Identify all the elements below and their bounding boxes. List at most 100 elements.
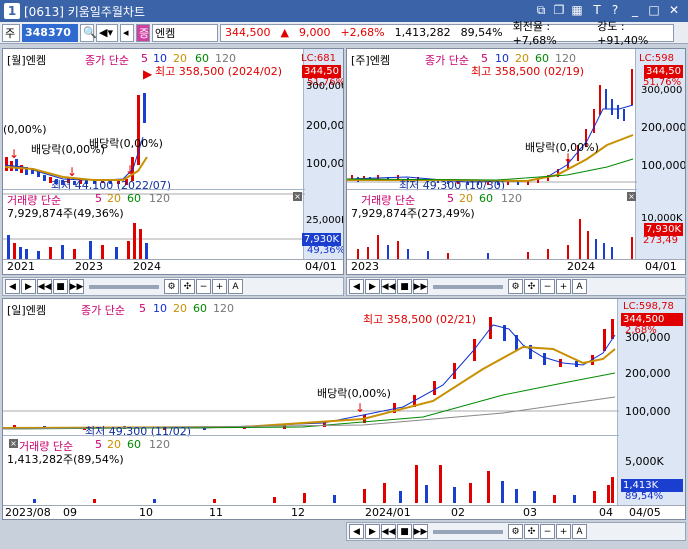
weekly-chart-panel: [주]엔켐 종가 단순 5 10 20 60 120 최고 358,500 (0… <box>346 48 686 275</box>
speaker-icon[interactable]: ◀▾ <box>96 23 118 42</box>
prev-stock-icon[interactable]: ◂ <box>120 23 134 42</box>
stop-icon[interactable]: ■ <box>397 524 412 539</box>
help-icon[interactable]: ? <box>607 3 623 18</box>
crosshair-icon[interactable]: ✣ <box>524 279 539 294</box>
weekly-vol-ma-120: 120 <box>501 192 522 205</box>
monthly-y3: 100,000 <box>306 157 344 170</box>
close-icon[interactable]: ✕ <box>666 3 682 18</box>
daily-vol-ma-120: 120 <box>149 438 170 451</box>
maximize-icon[interactable]: □ <box>646 3 662 18</box>
daily-date: 09 <box>63 506 77 519</box>
daily-date: 11 <box>209 506 223 519</box>
monthly-div1: (0,00%) <box>3 123 47 136</box>
daily-ma-10: 10 <box>153 302 167 315</box>
scroll-first-icon[interactable]: ◀ <box>5 279 20 294</box>
monthly-volume-bars <box>7 223 148 259</box>
daily-vol-ma-60: 60 <box>127 438 141 451</box>
plus-icon[interactable]: + <box>212 279 227 294</box>
font-icon[interactable]: T <box>589 3 605 18</box>
monthly-date-right: 04/01 <box>305 260 337 273</box>
auto-button[interactable]: A <box>228 279 243 294</box>
change-rate: +2,68% <box>340 26 385 39</box>
weekly-div: 배당락(0,00%) <box>525 141 599 154</box>
scroll-back-icon[interactable]: ▶ <box>365 279 380 294</box>
search-icon[interactable]: 🔍 <box>80 23 97 42</box>
scroll-first-icon[interactable]: ◀ <box>349 279 364 294</box>
rewind-icon[interactable]: ◀◀ <box>381 524 396 539</box>
minus-icon[interactable]: − <box>540 279 555 294</box>
daily-vol-ma-5: 5 <box>95 438 102 451</box>
daily-ma-60: 60 <box>193 302 207 315</box>
daily-div: 배당락(0,00%) <box>317 387 391 400</box>
settings-icon[interactable]: ⚙ <box>164 279 179 294</box>
zoom-slider[interactable] <box>89 284 159 289</box>
scroll-first-icon[interactable]: ◀ <box>349 524 364 539</box>
daily-date: 2023/08 <box>5 506 51 519</box>
daily-date: 02 <box>451 506 465 519</box>
stock-name: 엔켐 <box>152 23 218 42</box>
weekly-vol-pct: 273,49 <box>643 235 678 246</box>
minus-icon[interactable]: − <box>196 279 211 294</box>
weekly-date-right: 04/01 <box>645 260 677 273</box>
minimize-icon[interactable]: _ <box>627 3 643 18</box>
weekly-high-label: 최고 358,500 (02/19) <box>471 65 585 78</box>
daily-low-label: 최저 49,300 (11/02) <box>85 425 192 438</box>
scroll-back-icon[interactable]: ▶ <box>365 524 380 539</box>
rank-icon[interactable]: ▦ <box>569 3 585 18</box>
zoom-slider[interactable] <box>433 529 503 534</box>
stop-icon[interactable]: ■ <box>53 279 68 294</box>
price-change: 9,000 <box>298 26 331 39</box>
stock-code-input[interactable]: 348370 <box>22 23 78 42</box>
div-arrow-icon: ↓ <box>563 151 574 165</box>
auto-button[interactable]: A <box>572 279 587 294</box>
volume-ratio: 89,54% <box>460 26 503 39</box>
auto-button[interactable]: A <box>572 524 587 539</box>
weekly-volume-bars <box>357 219 633 259</box>
stop-icon[interactable]: ■ <box>397 279 412 294</box>
copy-icon[interactable]: ❐ <box>551 3 567 18</box>
close-icon[interactable]: × <box>293 192 302 201</box>
market-select[interactable]: 주 <box>2 23 20 42</box>
div-arrow-icon: ↓ <box>67 165 78 179</box>
plus-icon[interactable]: + <box>556 524 571 539</box>
weekly-lc: LC:598 <box>639 53 675 64</box>
daily-date: 04 <box>599 506 613 519</box>
monthly-y2: 200,000 <box>306 119 344 132</box>
monthly-div3: 배당락(0,00%) <box>89 137 163 150</box>
crosshair-icon[interactable]: ✣ <box>524 524 539 539</box>
daily-date: 12 <box>291 506 305 519</box>
layout-icon[interactable]: ⧉ <box>533 3 549 18</box>
monthly-vol-y1: 25,000K <box>306 215 344 226</box>
forward-icon[interactable]: ▶▶ <box>69 279 84 294</box>
crosshair-icon[interactable]: ✣ <box>180 279 195 294</box>
monthly-date: 2024 <box>133 260 161 273</box>
daily-y2: 200,000 <box>625 367 671 380</box>
daily-y1: 300,000 <box>625 331 671 344</box>
forward-icon[interactable]: ▶▶ <box>413 279 428 294</box>
monthly-chart-panel: [월]엔켐 종가 단순 5 10 20 60 120 ▶ 최고 358,500 … <box>2 48 344 275</box>
window-title: [0613] 키움일주월차트 <box>24 4 145 19</box>
daily-ma-label: 종가 단순 <box>81 304 125 317</box>
weekly-y3: 100,000 <box>641 159 686 172</box>
div-arrow-icon: ↓ <box>355 401 366 415</box>
settings-icon[interactable]: ⚙ <box>508 279 523 294</box>
rewind-icon[interactable]: ◀◀ <box>381 279 396 294</box>
weekly-y1: 300,000 <box>641 85 683 96</box>
forward-icon[interactable]: ▶▶ <box>413 524 428 539</box>
monthly-vol-ma-5: 5 <box>95 192 102 205</box>
volume: 1,413,282 <box>394 26 451 39</box>
monthly-header: [월]엔켐 <box>7 54 46 67</box>
settings-icon[interactable]: ⚙ <box>508 524 523 539</box>
rewind-icon[interactable]: ◀◀ <box>37 279 52 294</box>
daily-high-label: 최고 358,500 (02/21) <box>363 313 477 326</box>
current-price: 344,500 <box>225 26 271 39</box>
close-icon[interactable]: × <box>627 192 636 201</box>
monthly-vol-pct: 49,36% <box>307 245 344 256</box>
scroll-back-icon[interactable]: ▶ <box>21 279 36 294</box>
weekly-y2: 200,000 <box>641 121 686 134</box>
close-icon[interactable]: × <box>9 439 18 448</box>
weekly-vol-ma-60: 60 <box>479 192 493 205</box>
zoom-slider[interactable] <box>433 284 503 289</box>
minus-icon[interactable]: − <box>540 524 555 539</box>
plus-icon[interactable]: + <box>556 279 571 294</box>
